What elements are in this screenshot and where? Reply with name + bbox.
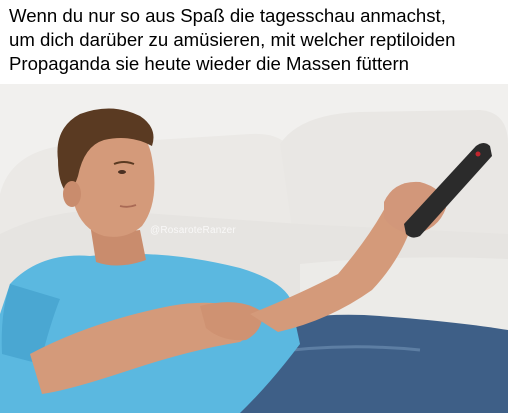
meme: Wenn du nur so aus Spaß die tagesschau a…	[0, 0, 508, 413]
man-on-sofa-illustration	[0, 84, 508, 413]
watermark: @RosaroteRanzer	[150, 225, 236, 236]
remote-power-button	[475, 151, 481, 157]
caption-line-1: Wenn du nur so aus Spaß die tagesschau a…	[9, 5, 446, 26]
eye	[118, 170, 126, 174]
caption: Wenn du nur so aus Spaß die tagesschau a…	[9, 4, 504, 76]
caption-line-3: Propaganda sie heute wieder die Massen f…	[9, 53, 410, 74]
photo: @RosaroteRanzer	[0, 84, 508, 413]
caption-line-2: um dich darüber zu amüsieren, mit welche…	[9, 29, 456, 50]
ear	[63, 181, 81, 207]
